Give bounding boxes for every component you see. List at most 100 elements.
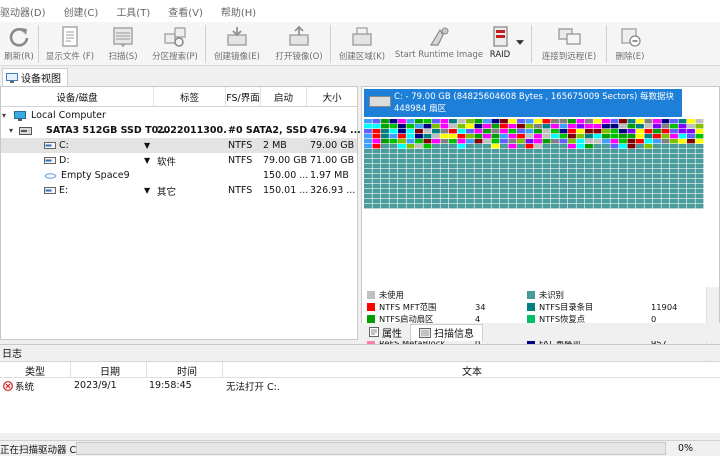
column-header-device[interactable]: 设备/磁盘 (1, 87, 154, 106)
disk-block (568, 184, 576, 189)
disk-block (381, 174, 389, 179)
menu-help[interactable]: 帮助(H) (212, 4, 265, 19)
disk-block (483, 159, 491, 164)
open-image-button[interactable]: 打开镜像(O) (268, 22, 330, 66)
log-row[interactable]: 系统 2023/9/1 19:58:45 无法打开 C:. (0, 378, 720, 393)
disk-block (695, 169, 704, 174)
disk-block-map[interactable] (364, 119, 704, 209)
disk-block (695, 144, 704, 149)
disk-block (406, 194, 415, 199)
create-region-icon (352, 27, 372, 46)
connect-remote-button[interactable]: 连接到远程(E) (532, 22, 606, 66)
disk-block (457, 139, 466, 144)
partition-search-button[interactable]: 分区搜索(P) (145, 22, 205, 66)
disk-block (474, 124, 483, 129)
disk-block (381, 199, 389, 204)
disk-block (551, 119, 559, 124)
scan-button[interactable]: 扫描(S) (101, 22, 145, 66)
disk-block (670, 144, 678, 149)
disk-block (423, 139, 432, 144)
tree-toggle-icon[interactable]: ▾ (2, 108, 6, 123)
disk-block (423, 124, 432, 129)
device-row[interactable]: ▾ SATA3 512GB SSD T0... 2022011300... #0 SA… (1, 123, 361, 138)
disk-block (500, 119, 508, 124)
device-name: E: (59, 185, 69, 196)
disk-block (389, 159, 398, 164)
log-column-type[interactable]: 类型 (25, 362, 45, 378)
chevron-down-icon[interactable]: ▼ (144, 153, 150, 168)
disk-block (500, 149, 508, 154)
column-header-label[interactable]: 标签 (154, 87, 226, 106)
disk-block (627, 129, 636, 134)
create-region-button[interactable]: 创建区域(K) (331, 22, 393, 66)
log-column-time[interactable]: 时间 (177, 362, 197, 378)
disk-block (568, 129, 576, 134)
disk-block (559, 179, 568, 184)
tab-properties-label: 属性 (382, 328, 402, 340)
menu-tools[interactable]: 工具(T) (107, 4, 159, 19)
disk-block (423, 154, 432, 159)
disk-block (542, 204, 551, 209)
disk-block (491, 164, 500, 169)
disk-block (661, 144, 670, 149)
start-runtime-image-button[interactable]: Start Runtime Image (393, 22, 485, 66)
device-row[interactable]: E: ▼ 其它 NTFS 150.01 ... 326.93 ... (1, 183, 357, 198)
disk-block (593, 164, 602, 169)
disk-block (415, 149, 423, 154)
disk-block (517, 134, 525, 139)
device-row[interactable]: Empty Space9 150.00 ... 1.97 MB (1, 168, 357, 183)
column-header-fs[interactable]: FS/界面 (226, 87, 261, 106)
device-label: 软件 (157, 156, 177, 168)
error-icon (3, 378, 13, 393)
disk-block (542, 169, 551, 174)
disk-block (466, 184, 474, 189)
column-header-size[interactable]: 大小 (307, 87, 357, 106)
chevron-down-icon[interactable]: ▼ (144, 183, 150, 198)
delete-button[interactable]: 删除(E) (607, 22, 653, 66)
refresh-button[interactable]: 刷新(R) (0, 22, 38, 66)
tab-scan-info[interactable]: 扫描信息 (410, 323, 483, 341)
disk-block (534, 124, 542, 129)
disk-block (415, 154, 423, 159)
log-column-text[interactable]: 文本 (462, 362, 482, 378)
disk-block (602, 154, 610, 159)
tab-device-view[interactable]: 设备视图 (2, 68, 68, 86)
disk-block (364, 189, 372, 194)
disk-block (678, 129, 687, 134)
disk-block (381, 119, 389, 124)
disk-block (483, 134, 491, 139)
menu-create[interactable]: 创建(C) (55, 4, 108, 19)
device-row[interactable]: C: ▼ NTFS 2 MB 79.00 GB (1, 138, 357, 153)
disk-block (627, 199, 636, 204)
device-row[interactable]: ▾ Local Computer (1, 108, 357, 123)
device-row[interactable]: D: ▼ 软件 NTFS 79.00 GB 71.00 GB (1, 153, 357, 168)
disk-block (466, 134, 474, 139)
disk-block (534, 184, 542, 189)
disk-block (449, 164, 457, 169)
disk-block (534, 149, 542, 154)
disk-block (491, 174, 500, 179)
tree-toggle-icon[interactable]: ▾ (9, 123, 13, 138)
disk-block (602, 174, 610, 179)
column-header-start[interactable]: 启动 (261, 87, 307, 106)
show-files-button[interactable]: 显示文件 (F) (39, 22, 101, 66)
menu-drive[interactable]: 驱动器(D) (0, 4, 55, 19)
disk-block (440, 134, 449, 139)
create-image-button[interactable]: 创建镜像(E) (206, 22, 268, 66)
raid-button[interactable]: RAID (485, 22, 515, 66)
disk-block (449, 169, 457, 174)
disk-block (695, 149, 704, 154)
disk-block (500, 144, 508, 149)
log-column-date[interactable]: 日期 (100, 362, 120, 378)
disk-block (678, 164, 687, 169)
menu-view[interactable]: 查看(V) (159, 4, 212, 19)
tab-properties[interactable]: 属性 (361, 324, 410, 341)
raid-dropdown[interactable] (515, 22, 525, 66)
disk-block (568, 164, 576, 169)
chevron-down-icon[interactable]: ▼ (144, 138, 150, 153)
disk-block (364, 154, 372, 159)
disk-block (644, 139, 653, 144)
disk-block (474, 159, 483, 164)
disk-block (491, 204, 500, 209)
disk-block (542, 124, 551, 129)
